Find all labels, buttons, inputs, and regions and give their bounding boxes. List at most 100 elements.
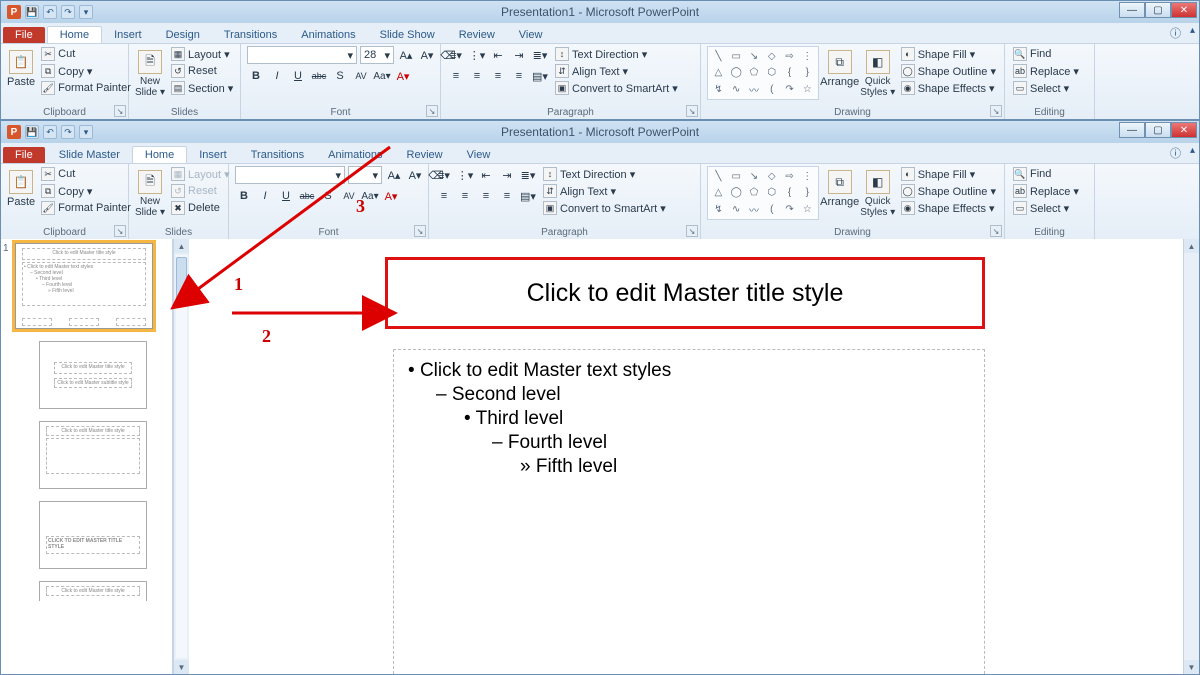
align-right-button-2[interactable]: ≡ <box>477 187 495 205</box>
format-painter-button-2[interactable]: 🖌Format Painter <box>39 200 133 216</box>
delete-button[interactable]: ✖Delete <box>169 200 232 216</box>
replace-button[interactable]: abReplace ▾ <box>1011 63 1081 79</box>
drawing-dialog-launcher-2[interactable]: ↘ <box>990 225 1002 237</box>
layout-button[interactable]: ▦Layout ▾ <box>169 46 235 62</box>
replace-button-2[interactable]: abReplace ▾ <box>1011 183 1081 199</box>
slide-editor[interactable]: Click to edit Master title style • Click… <box>189 239 1199 674</box>
font-dialog-launcher[interactable]: ↘ <box>426 105 438 117</box>
line-spacing-button-2[interactable]: ≣▾ <box>519 166 537 184</box>
master-thumbnail-pane[interactable]: 1 Click to edit Master title style • Cli… <box>1 239 173 674</box>
undo-icon-2[interactable]: ↶ <box>43 125 57 139</box>
smartart-button-2[interactable]: ▣Convert to SmartArt ▾ <box>541 200 668 216</box>
numbering-button-2[interactable]: ⋮▾ <box>456 166 474 184</box>
italic-button[interactable]: I <box>268 67 286 85</box>
help-icon[interactable]: ⓘ <box>1170 25 1181 41</box>
scrollbar-thumb[interactable] <box>176 257 187 303</box>
decrease-indent-button-2[interactable]: ⇤ <box>477 166 495 184</box>
bold-button-2[interactable]: B <box>235 187 253 205</box>
tab-file-2[interactable]: File <box>3 147 45 163</box>
close-button[interactable]: ✕ <box>1171 2 1197 18</box>
new-slide-button[interactable]: 🗎 New Slide ▾ <box>135 46 165 102</box>
paste-button-2[interactable]: 📋Paste <box>7 166 35 222</box>
qat-dropdown-icon[interactable]: ▾ <box>79 5 93 19</box>
shape-effects-button-2[interactable]: ◉Shape Effects ▾ <box>899 200 998 216</box>
smartart-button[interactable]: ▣Convert to SmartArt ▾ <box>553 80 680 96</box>
save-icon[interactable]: 💾 <box>25 5 39 19</box>
underline-button-2[interactable]: U <box>277 187 295 205</box>
tab-slidemaster[interactable]: Slide Master <box>47 147 132 163</box>
shape-fill-button-2[interactable]: ◐Shape Fill ▾ <box>899 166 998 182</box>
find-button[interactable]: 🔍Find <box>1011 46 1081 62</box>
thumbnail-scrollbar[interactable]: ▲ ▼ <box>173 239 189 674</box>
editor-scrollbar[interactable]: ▲ ▼ <box>1183 239 1199 674</box>
tab-file[interactable]: File <box>3 27 45 43</box>
bullets-button-2[interactable]: ≡▾ <box>435 166 453 184</box>
shape-fill-button[interactable]: ◐Shape Fill ▾ <box>899 46 998 62</box>
tab-home[interactable]: Home <box>47 26 102 43</box>
copy-button-2[interactable]: ⧉Copy ▾ <box>39 183 133 199</box>
ribbon-collapse-icon-2[interactable]: ▴ <box>1190 145 1195 156</box>
layout-thumbnail-3[interactable]: Click to edit Master title style <box>5 421 168 489</box>
text-direction-button-2[interactable]: ↕Text Direction ▾ <box>541 166 668 182</box>
justify-button-2[interactable]: ≡ <box>498 187 516 205</box>
shapes-gallery[interactable]: ╲▭↘◇⇨⋮ △◯⬠⬡{} ↯∿〰(↷☆ <box>707 46 819 100</box>
tab-view[interactable]: View <box>507 27 555 43</box>
minimize-button[interactable]: — <box>1119 2 1145 18</box>
layout-thumbnail-2[interactable]: Click to edit Master title style Click t… <box>5 341 168 409</box>
font-name-combo[interactable]: ▾ <box>247 46 357 64</box>
tab-transitions[interactable]: Transitions <box>212 27 289 43</box>
increase-indent-button[interactable]: ⇥ <box>510 46 528 64</box>
quick-styles-button[interactable]: ◧Quick Styles ▾ <box>861 46 895 102</box>
align-left-button-2[interactable]: ≡ <box>435 187 453 205</box>
tab-view-2[interactable]: View <box>455 147 503 163</box>
shape-outline-button-2[interactable]: ◯Shape Outline ▾ <box>899 183 998 199</box>
cut-button[interactable]: ✂Cut <box>39 46 133 62</box>
tab-insert[interactable]: Insert <box>102 27 154 43</box>
grow-font-button[interactable]: A▴ <box>397 46 415 64</box>
underline-button[interactable]: U <box>289 67 307 85</box>
paste-button[interactable]: 📋 Paste <box>7 46 35 102</box>
save-icon-2[interactable]: 💾 <box>25 125 39 139</box>
qat-dropdown-icon-2[interactable]: ▾ <box>79 125 93 139</box>
help-icon-2[interactable]: ⓘ <box>1170 145 1181 161</box>
layout-thumbnail-5[interactable]: Click to edit Master title style <box>5 581 168 601</box>
arrange-button[interactable]: ⧉Arrange <box>823 46 857 102</box>
font-dialog-launcher-2[interactable]: ↘ <box>414 225 426 237</box>
italic-button-2[interactable]: I <box>256 187 274 205</box>
shrink-font-button[interactable]: A▾ <box>418 46 436 64</box>
copy-button[interactable]: ⧉Copy ▾ <box>39 63 133 79</box>
tab-slideshow[interactable]: Slide Show <box>368 27 447 43</box>
line-spacing-button[interactable]: ≣▾ <box>531 46 549 64</box>
redo-icon-2[interactable]: ↷ <box>61 125 75 139</box>
select-button-2[interactable]: ▭Select ▾ <box>1011 200 1081 216</box>
editor-scroll-down-icon[interactable]: ▼ <box>1184 660 1199 674</box>
columns-button-2[interactable]: ▤▾ <box>519 187 537 205</box>
quick-styles-button-2[interactable]: ◧Quick Styles ▾ <box>861 166 895 222</box>
select-button[interactable]: ▭Select ▾ <box>1011 80 1081 96</box>
master-body-placeholder[interactable]: • Click to edit Master text styles – Sec… <box>393 349 985 674</box>
font-size-combo[interactable]: 28▾ <box>360 46 394 64</box>
clipboard-dialog-launcher[interactable]: ↘ <box>114 105 126 117</box>
bold-button[interactable]: B <box>247 67 265 85</box>
ribbon-collapse-icon[interactable]: ▴ <box>1190 25 1195 36</box>
reset-button[interactable]: ↺Reset <box>169 63 235 79</box>
strike-button[interactable]: abc <box>310 67 328 85</box>
tab-review-2[interactable]: Review <box>395 147 455 163</box>
undo-icon[interactable]: ↶ <box>43 5 57 19</box>
minimize-button-2[interactable]: — <box>1119 122 1145 138</box>
paragraph-dialog-launcher-2[interactable]: ↘ <box>686 225 698 237</box>
tab-insert-2[interactable]: Insert <box>187 147 239 163</box>
shapes-gallery-2[interactable]: ╲▭↘◇⇨⋮ △◯⬠⬡{} ↯∿〰(↷☆ <box>707 166 819 220</box>
redo-icon[interactable]: ↷ <box>61 5 75 19</box>
shrink-font-button-2[interactable]: A▾ <box>406 166 424 184</box>
change-case-button[interactable]: Aa▾ <box>373 67 391 85</box>
char-spacing-button[interactable]: AV <box>352 67 370 85</box>
align-text-button-2[interactable]: ⇵Align Text ▾ <box>541 183 668 199</box>
find-button-2[interactable]: 🔍Find <box>1011 166 1081 182</box>
align-center-button[interactable]: ≡ <box>468 67 486 85</box>
clipboard-dialog-launcher-2[interactable]: ↘ <box>114 225 126 237</box>
new-slide-button-2[interactable]: 🗎New Slide ▾ <box>135 166 165 222</box>
editor-scroll-up-icon[interactable]: ▲ <box>1184 239 1199 253</box>
columns-button[interactable]: ▤▾ <box>531 67 549 85</box>
bullets-button[interactable]: ≡▾ <box>447 46 465 64</box>
